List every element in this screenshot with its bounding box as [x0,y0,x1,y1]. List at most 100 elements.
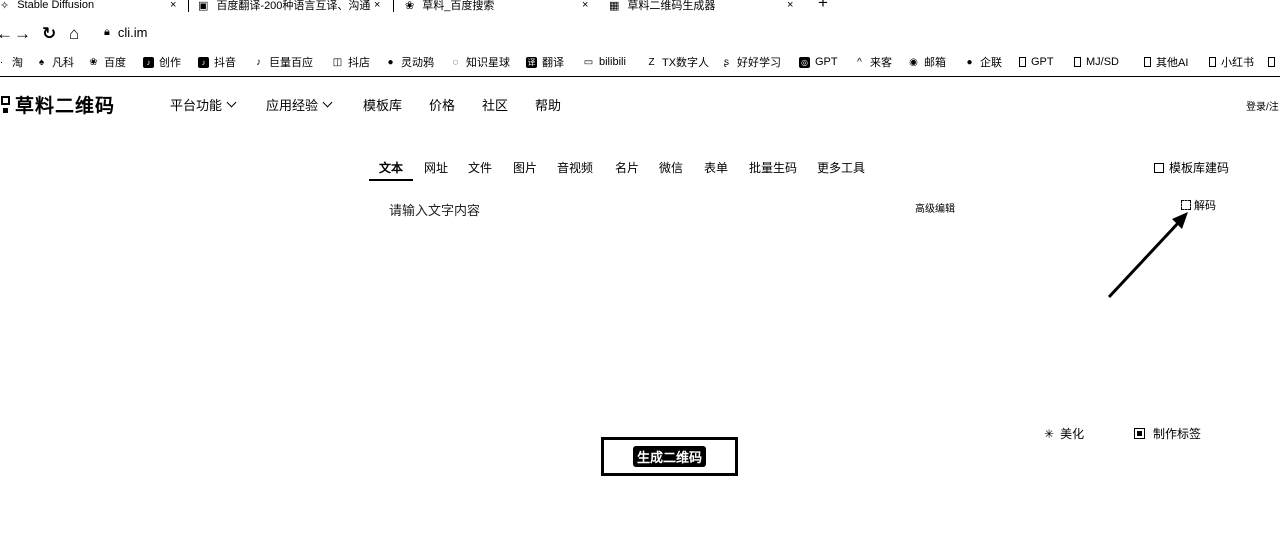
forward-icon[interactable]: → [14,24,31,44]
bookmark-label: 淘 [12,57,23,69]
bookmark-item[interactable]: ❀ 百度 [88,54,126,70]
bookmark-item[interactable]: Z TX数字人 [646,54,709,70]
make-label-button[interactable]: 制作标签 [1134,425,1201,442]
bookmark-label: GPT [815,56,838,68]
browser-tab-strip: ✧ Stable Diffusion × ▣ 百度翻译-200种语言互译、沟通 … [0,0,1280,14]
bookmark-item[interactable]: ● 灵动鸦 [385,54,434,70]
url-text: cli.im [117,25,148,40]
s-icon: ʂ [724,56,729,68]
folder-icon [1144,57,1151,67]
tab-baidu-translate[interactable]: ▣ 百度翻译-200种语言互译、沟通 [198,0,370,14]
bookmark-label: 抖店 [348,57,370,69]
nav-platform-features[interactable]: 平台功能 [170,95,237,114]
folder-icon [1074,57,1081,67]
tab-url[interactable]: 网址 [424,159,448,176]
sparkle-icon: ✳ [1044,426,1055,441]
label-icon [1134,428,1145,439]
nav-help[interactable]: 帮助 [535,95,561,114]
tab-wechat[interactable]: 微信 [659,159,683,176]
nav-label: 应用经验 [266,98,319,113]
template-code-button[interactable]: 模板库建码 [1154,159,1229,176]
bookmark-label: 灵动鸦 [401,57,434,69]
nav-label: 价格 [429,98,456,113]
bird-icon: ● [387,56,394,68]
shop-icon: ◫ [332,56,343,68]
tab-text[interactable]: 文本 [379,159,403,176]
folder-icon [1268,57,1275,67]
lock-icon: 🔒︎ [104,26,110,38]
close-tab-icon[interactable]: × [582,0,588,14]
bookmark-item[interactable]: ʂ 好好学习 [721,54,781,70]
tab-more-tools[interactable]: 更多工具 [817,159,865,176]
chevron-down-icon [226,97,237,108]
tab-label: 百度翻译-200种语言互译、沟通 [216,0,371,12]
bookmark-item[interactable]: ^ 来客 [854,54,892,70]
bookmark-item[interactable]: · 淘 [0,54,23,70]
annotation-arrow-icon [1107,212,1188,299]
back-icon[interactable]: ← [0,24,13,44]
bookmark-item[interactable]: ♪ 创作 [143,54,181,70]
bookmark-item[interactable]: 小红书 [1209,54,1254,70]
beautify-button[interactable]: ✳ 美化 [1044,425,1084,442]
laike-icon: ^ [857,56,862,68]
tab-audio-video[interactable]: 音视频 [557,159,593,176]
folder-icon [1209,57,1216,67]
tab-stable-diffusion[interactable]: ✧ Stable Diffusion [0,0,94,14]
reload-icon[interactable]: ↻ [42,24,56,44]
bookmark-item[interactable]: ◫ 抖店 [332,54,370,70]
bookmark-item[interactable]: ♠ 凡科 [36,54,74,70]
nav-pricing[interactable]: 价格 [429,95,455,114]
bookmark-item[interactable]: ● 企联 [964,54,1002,70]
bookmark-item[interactable]: ◌ 知识星球 [450,54,510,70]
site-logo[interactable]: 草料二维码 [0,91,115,118]
close-tab-icon[interactable]: × [787,0,793,14]
bookmark-label: 企联 [980,57,1002,69]
tab-file[interactable]: 文件 [468,159,492,176]
tab-baidu-search[interactable]: ❀ 草料_百度搜索 [405,0,494,14]
bookmark-label: 小红书 [1221,57,1254,69]
bookmark-item[interactable]: ♪ 巨量百应 [253,54,313,70]
address-bar[interactable]: 🔒︎ cli.im [104,25,147,40]
nav-template-library[interactable]: 模板库 [363,95,402,114]
tab-divider [393,0,394,12]
nav-application-experience[interactable]: 应用经验 [266,95,333,114]
bookmark-item[interactable]: ◎ GPT [799,54,838,70]
bookmark-item[interactable]: ◉ 邮箱 [908,54,946,70]
logo-text: 草料二维码 [15,96,116,117]
nav-community[interactable]: 社区 [482,95,508,114]
generate-qr-button[interactable]: 生成二维码 [601,437,738,476]
login-link[interactable]: 登录/注 [1246,98,1279,113]
tab-form[interactable]: 表单 [704,159,728,176]
active-tab-indicator [369,179,413,181]
bookmark-label: 凡科 [52,57,74,69]
close-tab-icon[interactable]: × [374,0,380,14]
bookmark-item[interactable]: 译翻译 [526,54,564,70]
bookmark-item[interactable]: ▭ bilibili [583,54,626,70]
nav-label: 模板库 [363,98,403,113]
star-planet-icon: ◌ [452,56,459,68]
text-content-input[interactable]: 请输入文字内容 [389,200,480,219]
tab-batch-generate[interactable]: 批量生码 [749,159,797,176]
bilibili-icon: ▭ [583,56,594,68]
bookmark-item[interactable]: 其他AI [1144,54,1188,70]
bookmark-item[interactable]: MJ/SD [1074,54,1119,70]
home-icon[interactable]: ⌂ [69,24,79,44]
bookmark-item[interactable]: ♪ 抖音 [198,54,236,70]
bookmark-label: 百度 [104,57,126,69]
bookmark-label: 其他AI [1156,57,1189,69]
advanced-edit-link[interactable]: 高级编辑 [915,200,955,215]
bookmarks-overflow[interactable] [1268,54,1280,70]
close-tab-icon[interactable]: × [170,0,176,14]
tab-business-card[interactable]: 名片 [615,159,639,176]
tab-qr-generator[interactable]: ▦ 草料二维码生成器 [609,0,715,14]
chevron-down-icon [322,97,333,108]
tiktok-icon: ♪ [256,56,261,68]
tab-image[interactable]: 图片 [513,159,537,176]
gpt-icon: ◎ [799,56,810,68]
tiktok-icon: ♪ [198,56,209,68]
diffusion-icon: ✧ [0,0,10,12]
beautify-label: 美化 [1060,427,1085,441]
paw-icon: ❀ [405,0,415,12]
bookmark-item[interactable]: GPT [1019,54,1054,70]
new-tab-button[interactable]: + [818,0,828,12]
